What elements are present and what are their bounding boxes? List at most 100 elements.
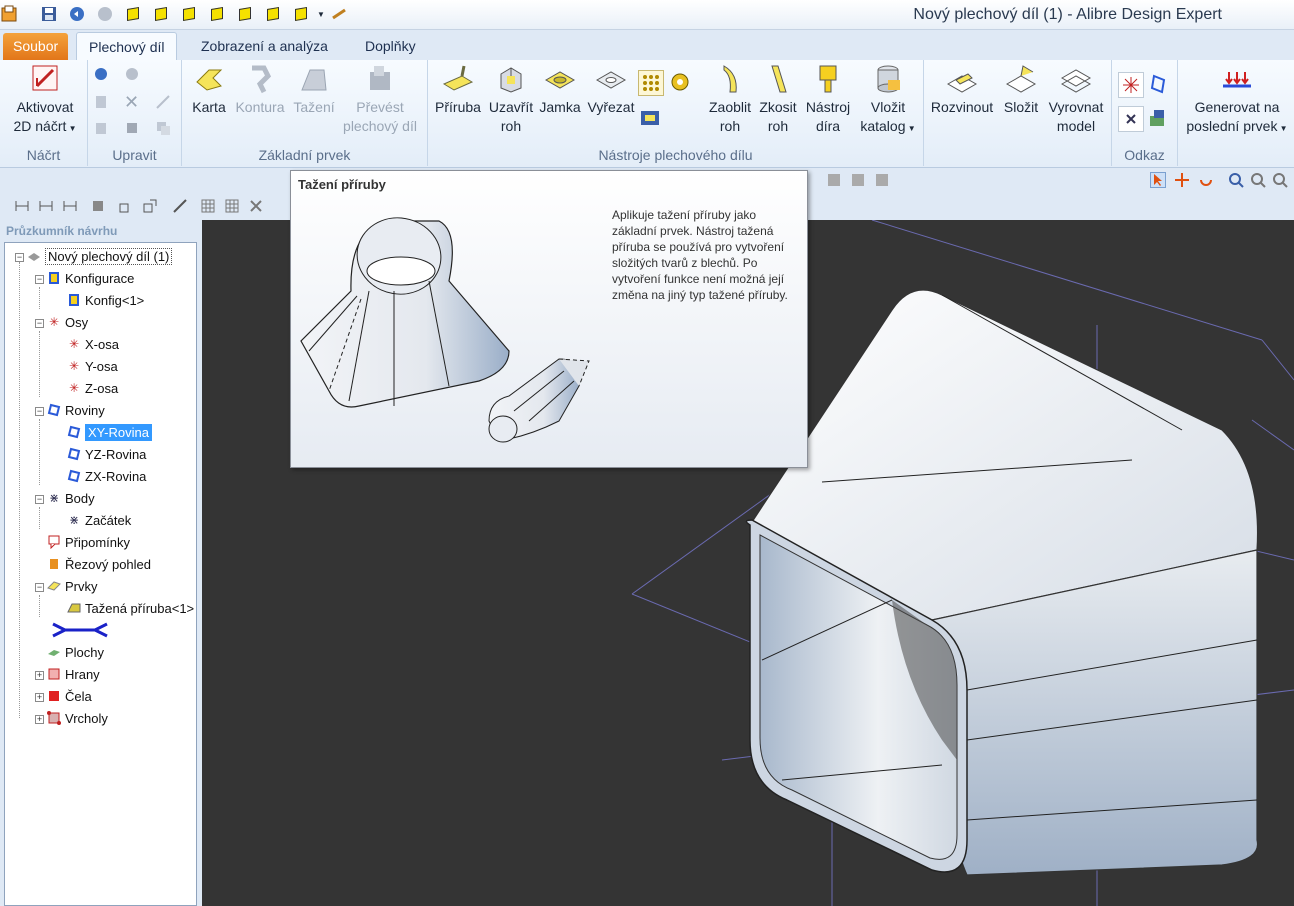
view-icon[interactable] [850,172,866,188]
tree-node-x-axis[interactable]: ✳ X-osa [67,334,119,354]
insert-catalog-button[interactable]: Vložit katalog ▼ [856,64,920,138]
unfold-button[interactable]: Rozvinout [928,64,996,117]
view-cube-icon[interactable] [208,5,226,23]
flange-button[interactable]: Příruba [432,64,484,117]
dimension-icon[interactable] [14,198,30,214]
coordinate-system-icon[interactable] [1146,106,1172,132]
tree-node-notes[interactable]: Připomínky [47,532,130,552]
paste-icon[interactable] [93,120,111,138]
select-pointer-icon[interactable] [1150,172,1166,188]
cut-button[interactable]: Vyřezat [584,64,638,117]
dimension-icon[interactable] [62,198,78,214]
emboss-icon[interactable] [638,106,664,132]
fillet-corner-button[interactable]: Zaoblit roh [702,64,758,136]
tree-node-section-view[interactable]: Řezový pohled [47,554,151,574]
gear-icon[interactable] [668,70,694,96]
tree-node-lofted-flange[interactable]: Tažená příruba<1> [67,598,194,618]
hole-tool-button[interactable]: Nástroj díra [800,64,856,136]
duplicate-icon[interactable] [155,120,173,138]
pencil-icon[interactable] [330,5,348,23]
rollback-marker[interactable] [51,620,109,640]
measure-icon[interactable] [172,198,188,214]
collapse-toggle[interactable]: − [35,275,44,284]
tree-node-origin[interactable]: ⋇ Začátek [67,510,131,530]
undo-icon[interactable] [68,5,86,23]
tree-node-z-axis[interactable]: ✳ Z-osa [67,378,118,398]
copy-icon[interactable] [93,94,111,112]
app-icon[interactable] [0,5,18,23]
collapse-toggle[interactable]: − [35,583,44,592]
collapse-toggle[interactable]: − [35,495,44,504]
collapse-toggle[interactable]: − [15,253,24,262]
close-corner-button[interactable]: Uzavřít roh [484,64,538,136]
tree-node-planes[interactable]: Roviny [47,400,105,420]
grid-icon[interactable] [224,198,240,214]
tree-node-y-axis[interactable]: ✳ Y-osa [67,356,118,376]
tree-node-edges[interactable]: Hrany [47,664,100,684]
tree-node-zx-plane[interactable]: ZX-Rovina [67,466,146,486]
tree-node-points[interactable]: ⋇ Body [47,488,95,508]
expand-toggle[interactable]: + [35,693,44,702]
view-cube-icon[interactable] [236,5,254,23]
undo-icon[interactable] [93,66,111,84]
regenerate-button[interactable]: Generovat na poslední prvek ▼ [1182,64,1292,138]
tab-addons[interactable]: Doplňky [353,32,428,60]
save-icon[interactable] [40,5,58,23]
tree-node-configurations[interactable]: Konfigurace [47,268,134,288]
redo-icon[interactable] [96,5,114,23]
tree-node-root[interactable]: Nový plechový díl (1) [27,246,173,266]
dimple-button[interactable]: Jamka [536,64,584,117]
flatten-model-button[interactable]: Vyrovnat model [1044,64,1108,136]
convert-sheet-metal-button[interactable]: Převést plechový díl [338,64,422,136]
view-cube-icon[interactable] [152,5,170,23]
zoom-fit-icon[interactable] [1272,172,1288,188]
view-cube-icon[interactable] [292,5,310,23]
view-cube-icon[interactable] [124,5,142,23]
zoom-window-icon[interactable] [1250,172,1266,188]
fold-button[interactable]: Složit [998,64,1044,117]
tree-node-surfaces[interactable]: Plochy [47,642,104,662]
part-icon[interactable] [124,120,142,138]
view-icon[interactable] [874,172,890,188]
edit-icon[interactable] [155,94,173,112]
expand-toggle[interactable]: + [35,671,44,680]
delete-icon[interactable]: ✕ [124,93,142,112]
view-cube-icon[interactable] [264,5,282,23]
pan-icon[interactable] [1174,172,1190,188]
contour-button[interactable]: Kontura [232,64,288,117]
point-icon[interactable] [1118,106,1144,132]
dimension-icon[interactable] [38,198,54,214]
activate-2d-sketch-button[interactable]: Aktivovat 2D náčrt ▼ [10,64,80,138]
tree-node-faces[interactable]: Čela [47,686,92,706]
view-cube-icon[interactable] [180,5,198,23]
redo-icon[interactable] [124,66,142,84]
zoom-icon[interactable] [1228,172,1244,188]
tree-node-axes[interactable]: ✳ Osy [47,312,88,332]
chevron-down-icon[interactable]: ▼ [312,5,330,23]
tab-feature-button[interactable]: Karta [188,64,230,117]
tree-node-vertices[interactable]: Vrcholy [47,708,108,728]
rotate-icon[interactable] [1198,172,1214,188]
tools-icon[interactable] [248,198,264,214]
sketch-icon[interactable] [118,198,134,214]
plane-icon[interactable] [1146,72,1172,98]
sketch-icon[interactable] [142,198,158,214]
tree-node-xy-plane[interactable]: XY-Rovina [67,422,152,442]
collapse-toggle[interactable]: − [35,407,44,416]
hole-tool-label-2: díra [815,118,841,134]
tree-node-features[interactable]: Prvky [47,576,98,596]
tab-sheet-metal[interactable]: Plechový díl [76,32,178,60]
hole-pattern-icon[interactable] [638,70,664,96]
view-icon[interactable] [826,172,842,188]
grid-icon[interactable] [200,198,216,214]
tree-node-config-1[interactable]: Konfig<1> [67,290,144,310]
lofted-flange-button[interactable]: Tažení [290,64,338,117]
tree-node-yz-plane[interactable]: YZ-Rovina [67,444,146,464]
tab-view-analysis[interactable]: Zobrazení a analýza [189,32,340,60]
chamfer-corner-button[interactable]: Zkosit roh [754,64,802,136]
part-icon[interactable] [90,198,106,214]
tab-file[interactable]: Soubor [3,33,69,60]
expand-toggle[interactable]: + [35,715,44,724]
collapse-toggle[interactable]: − [35,319,44,328]
axis-icon[interactable] [1118,72,1144,98]
